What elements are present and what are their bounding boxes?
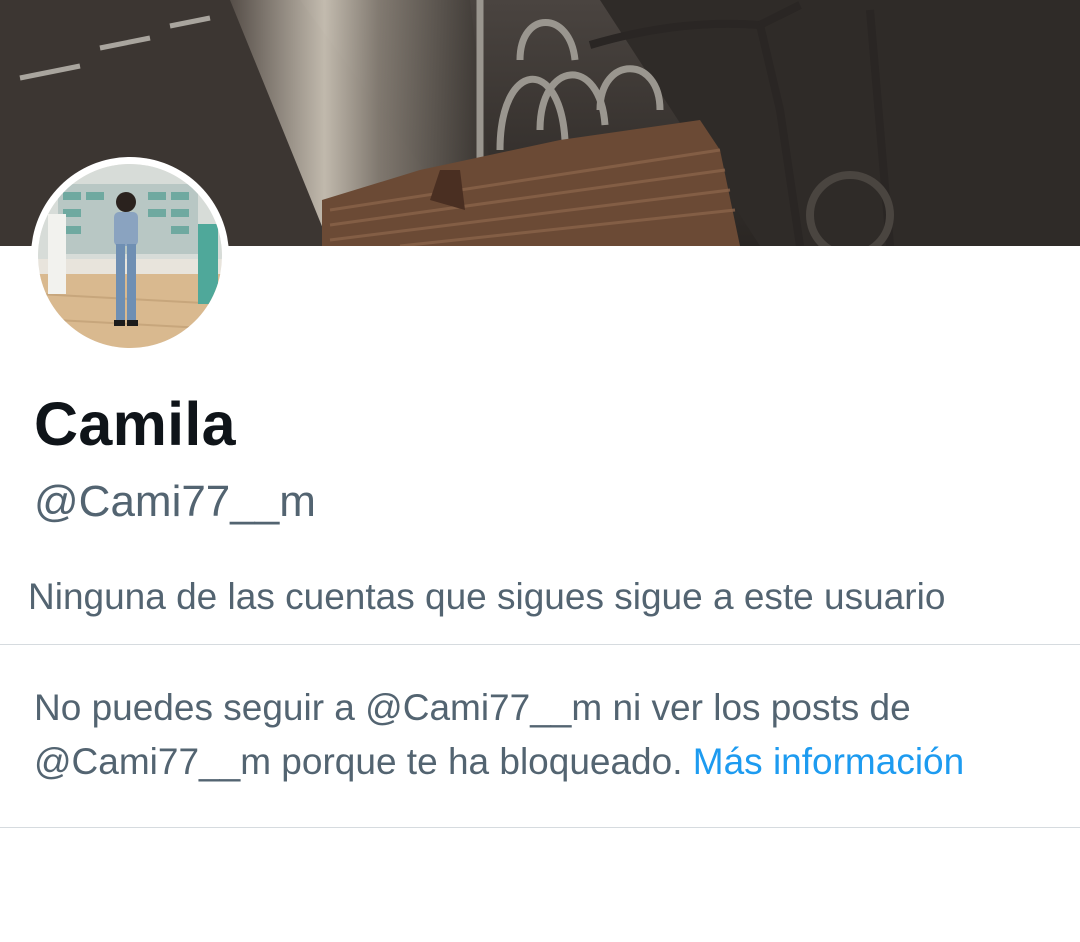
- profile-handle: @Cami77__m: [34, 477, 316, 526]
- blocked-notice: No puedes seguir a @Cami77__m ni ver los…: [34, 681, 1064, 789]
- profile-display-name: Camila: [34, 390, 236, 458]
- avatar-photo: [38, 164, 222, 348]
- profile-avatar[interactable]: [31, 157, 229, 355]
- divider: [0, 644, 1080, 645]
- divider: [0, 827, 1080, 828]
- blocked-notice-text-line2: @Cami77__m porque te ha bloqueado.: [34, 741, 683, 782]
- followers-you-know-note: Ninguna de las cuentas que sigues sigue …: [28, 576, 946, 617]
- more-info-link[interactable]: Más información: [693, 741, 964, 782]
- blocked-notice-text-line1: No puedes seguir a @Cami77__m ni ver los…: [34, 687, 911, 728]
- profile-page: Camila @Cami77__m Ninguna de las cuentas…: [0, 0, 1080, 942]
